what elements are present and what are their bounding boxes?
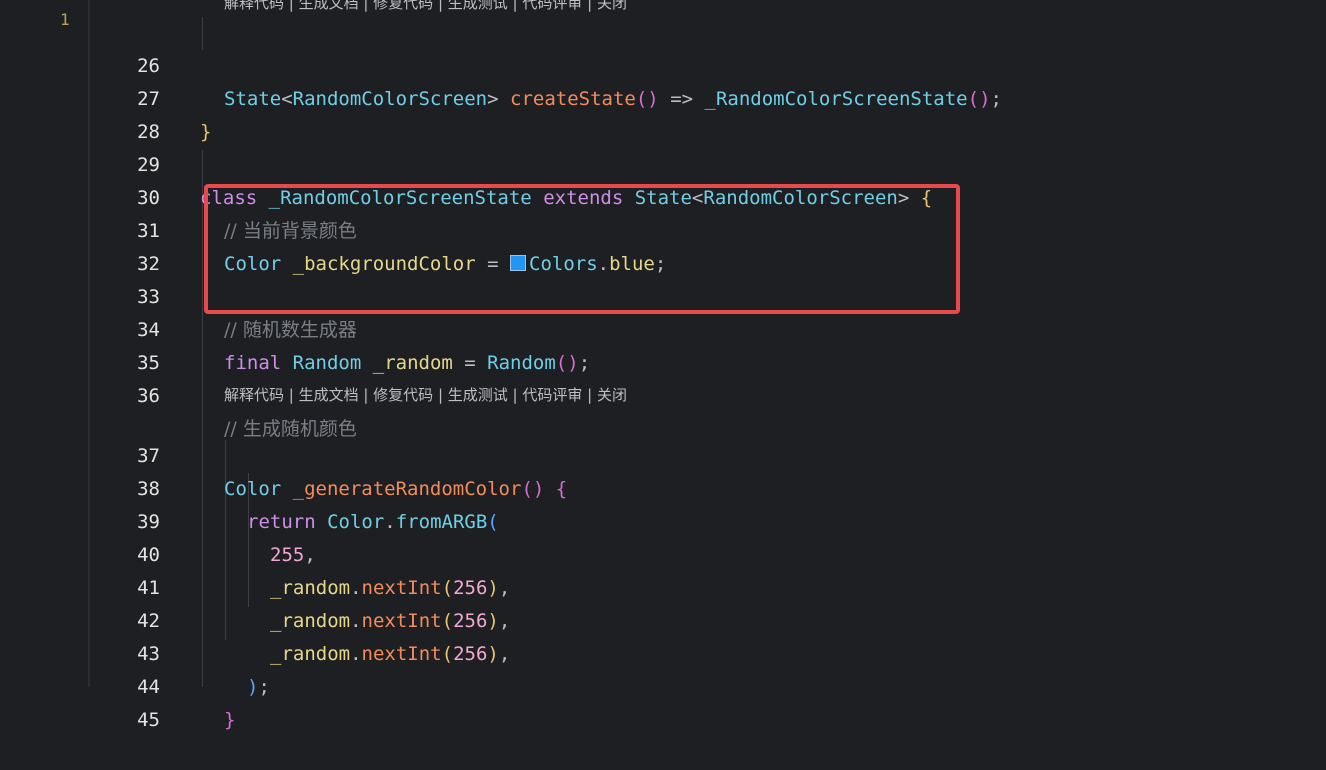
code-editor[interactable]: 解释代码 | 生成文档 | 修复代码 | 生成测试 | 代码评审 | 关闭 26… [90, 0, 1326, 731]
code-line[interactable]: 40 _random.nextInt(256), [90, 506, 1326, 599]
code-line[interactable]: 27 } [90, 50, 1326, 143]
code-line[interactable]: 37 Color _generateRandomColor() { [90, 407, 1326, 500]
code-line[interactable]: 41 _random.nextInt(256), [90, 539, 1326, 632]
code-line[interactable]: 28 [90, 83, 1326, 143]
line-number: 45 [137, 709, 160, 731]
code-line[interactable]: 39 255, [90, 473, 1326, 566]
code-lens-actions[interactable]: 解释代码 | 生成文档 | 修复代码 | 生成测试 | 代码评审 | 关闭 [224, 384, 627, 406]
side-gutter: 1 [0, 0, 90, 687]
code-lens-actions[interactable]: 解释代码 | 生成文档 | 修复代码 | 生成测试 | 代码评审 | 关闭 [224, 0, 627, 14]
code-line[interactable]: 30 // 当前背景颜色 [90, 149, 1326, 242]
highlight-box [204, 184, 960, 314]
code-line[interactable]: 42 _random.nextInt(256), [90, 572, 1326, 665]
code-line[interactable]: 26 State<RandomColorScreen> createState(… [90, 17, 1326, 110]
code-line[interactable]: 45 [90, 671, 1326, 731]
line-content: } [224, 709, 236, 731]
gutter-marker: 1 [60, 10, 70, 29]
code-line[interactable]: 44 } [90, 638, 1326, 731]
code-line[interactable]: 36 // 生成随机颜色 [90, 347, 1326, 440]
code-line[interactable]: 43 ); [90, 605, 1326, 698]
code-line[interactable]: 38 return Color.fromARGB( [90, 440, 1326, 533]
code-line[interactable]: 35 [90, 314, 1326, 374]
code-line[interactable]: 29 class _RandomColorScreenState extends… [90, 116, 1326, 209]
